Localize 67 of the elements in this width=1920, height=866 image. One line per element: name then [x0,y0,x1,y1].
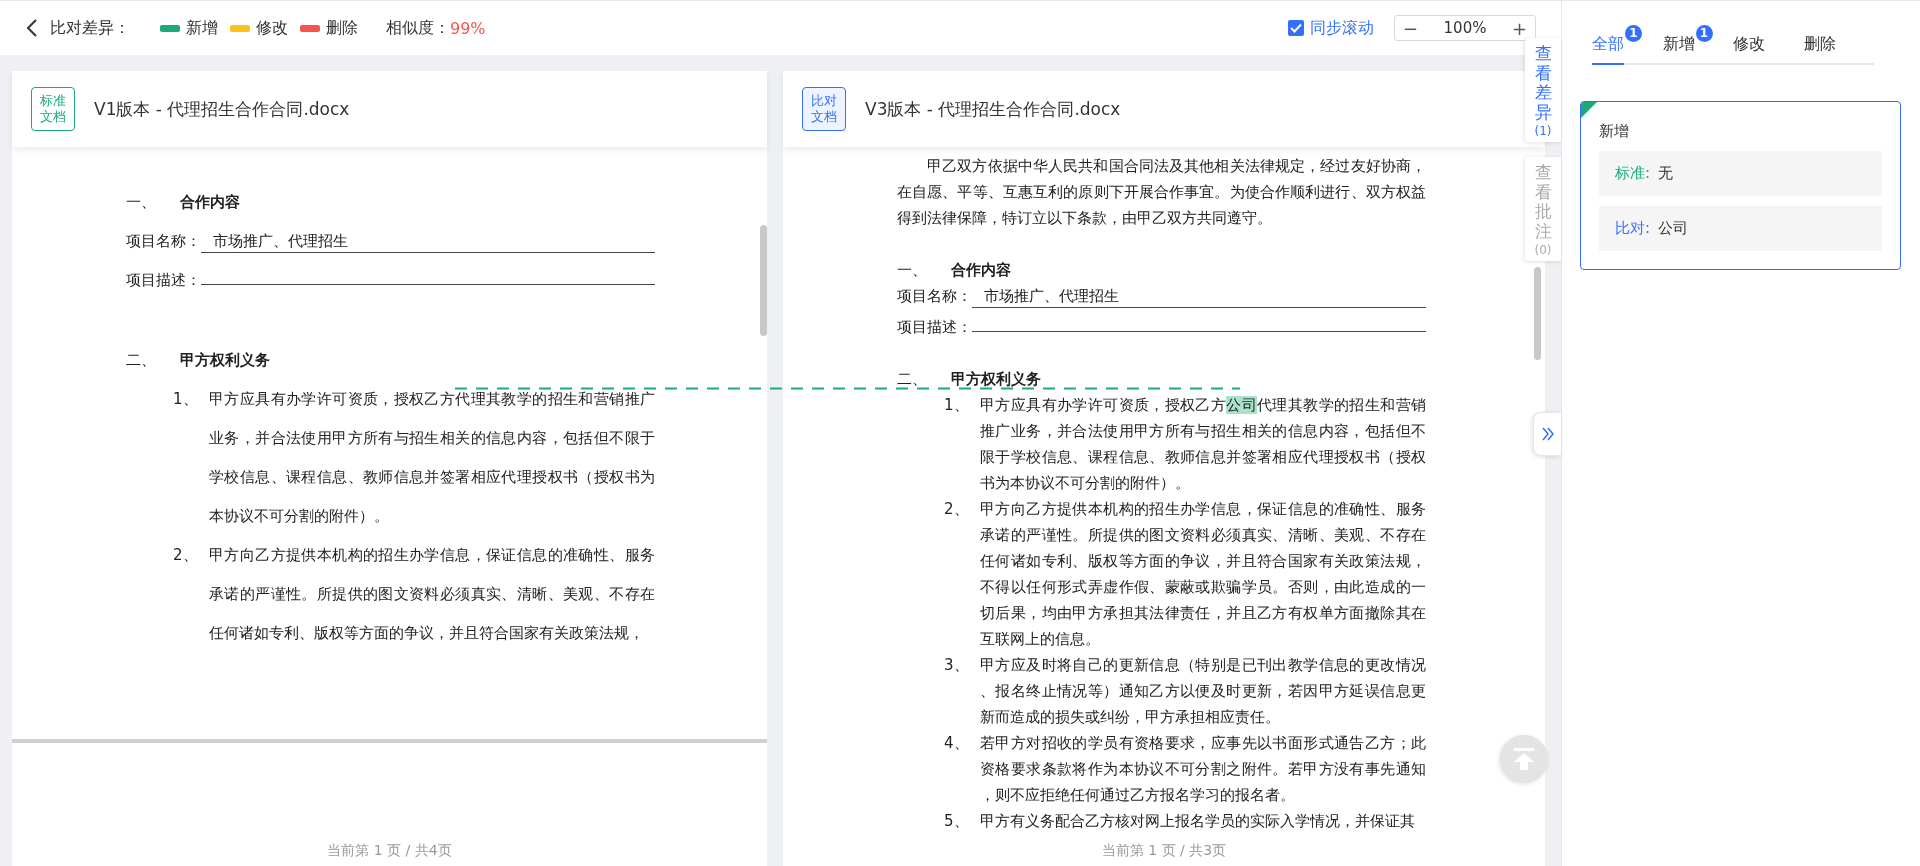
field-label: 项目描述： [126,270,201,291]
doc-type-tag: 标准文档 [31,87,75,131]
heading-text: 合作内容 [180,192,240,213]
list-item-text: 甲方向乙方提供本机构的招生办学信息，保证信息的准确性、服务承诺的严谨性。所提供的图文资料必须真实、清晰、美观、不存在任何诸如专利、版权等方面的争议，并且符合国家有关政策法规，不得以任何形式弄虚作假、蒙蔽或欺骗学员。否则，由此造成的一切后果，均由甲方承担其法律责任，并且乙方有权单方面撤除其在互联网上的信息。 [980,499,1426,650]
list-item-text: 甲方应及时将自己的更新信息（特别是已刊出教学信息的更改情况、报名终止情况等）通知乙方以便及时更新，若因甲方延误信息更新而造成的损失或纠纷，甲方承担相应责任。 [980,655,1426,728]
similarity-label: 相似度： [386,17,450,39]
legend-label: 删除 [326,17,358,39]
field-label: 项目名称： [897,286,972,307]
heading-number: 二、 [897,369,928,390]
list-item-text: 甲方应具有办学许可资质，授权乙方公司代理其教学的招生和营销推广业务，并合法使用甲方所有与招生相关的信息内容，包括但不限于学校信息、课程信息、教师信息并签署相应代理授权书（授权书为本协议不可分割的附件）。 [980,395,1426,494]
heading-text: 甲方权利义务 [951,369,1041,390]
zoom-level: 100% [1443,19,1487,37]
filter-tab[interactable]: 全部 [1592,29,1624,65]
heading-text: 甲方权利义务 [180,350,270,371]
sync-scroll-checkbox[interactable] [1288,20,1304,36]
chevron-left-icon [26,18,38,38]
zoom-out-button[interactable]: − [1395,17,1427,39]
legend-label: 修改 [256,17,288,39]
doc-type-tag: 比对文档 [802,87,846,131]
arrow-up-bar-icon [1513,747,1535,771]
row-value: 无 [1658,164,1674,183]
item-number: 3、 [944,655,970,676]
item-number: 4、 [944,733,970,754]
compare-title: 比对差异： [50,17,130,39]
document-title: V1版本 - 代理招生合作合同.docx [94,97,350,121]
filter-tab[interactable]: 新增 [1662,29,1695,65]
legend-label: 新增 [186,17,218,39]
page-indicator: 当前第 1 页 / 共4页 [327,842,452,858]
count-badge: 1 [1625,25,1642,42]
diff-card[interactable]: 新增 标准: 无 比对: 公司 [1580,101,1901,270]
paragraph: 甲乙双方依据中华人民共和国合同法及其他相关法律规定，经过友好协商，在自愿、平等、互惠互利的原则下开展合作事宜。为使合作顺利进行、双方权益得到法律保障，特订立以下条款，由甲乙双方共同遵守。 [897,156,1426,229]
item-number: 5、 [944,811,970,832]
list-item-text: 甲方向乙方提供本机构的招生办学信息，保证信息的准确性、服务承诺的严谨性。所提供的图文资料必须真实、清晰、美观、不存在任何诸如专利、版权等方面的争议，并且符合国家有关政策法规， [209,545,655,644]
heading-number: 一、 [126,192,157,213]
item-number: 1、 [173,389,199,410]
scrollbar-thumb[interactable] [1534,267,1541,360]
page-indicator: 当前第 1 页 / 共3页 [1101,842,1227,858]
zoom-in-button[interactable]: + [1503,17,1535,39]
scrollbar-thumb[interactable] [760,225,767,336]
row-value: 公司 [1658,219,1689,238]
back-button[interactable] [26,18,38,38]
list-item-text: 若甲方对招收的学员有资格要求，应事先以书面形式通告乙方；此资格要求条款将作为本协议不可分割之附件。若甲方没有事先通知，则不应拒绝任何通过乙方报名学习的报名者。 [980,733,1426,806]
sync-scroll-label[interactable]: 同步滚动 [1310,17,1374,39]
field-value: 市场推广、代理招生 [972,285,1426,308]
side-tab[interactable]: 查看差异 (1) [1525,38,1561,143]
row-label: 标准: [1615,164,1651,183]
collapse-button[interactable] [1533,412,1561,456]
heading-number: 二、 [126,350,157,371]
item-number: 1、 [944,395,970,416]
filter-tab[interactable]: 删除 [1803,29,1836,65]
row-label: 比对: [1615,219,1651,238]
heading-text: 合作内容 [951,260,1011,281]
similarity-value: 99% [450,18,486,38]
list-item-text: 甲方应具有办学许可资质，授权乙方代理其教学的招生和营销推广业务，并合法使用甲方所有与招生相关的信息内容，包括但不限于学校信息、课程信息、教师信息并签署相应代理授权书（授权书为本协议不可分割的附件）。 [209,389,655,527]
field-value: 市场推广、代理招生 [201,230,655,253]
count-badge: 1 [1695,25,1713,42]
field-label: 项目描述： [897,317,972,338]
field-label: 项目名称： [126,231,201,252]
corner-flag [1581,102,1597,118]
list-item-text: 甲方有义务配合乙方核对网上报名学员的实际入学情况，并保证其 [980,811,1416,832]
document-title: V3版本 - 代理招生合作合同.docx [865,97,1121,121]
double-chevron-icon [1541,427,1554,441]
filter-tab[interactable]: 修改 [1733,29,1765,65]
card-title: 新增 [1599,121,1630,142]
item-number: 2、 [173,545,199,566]
item-number: 2、 [944,499,970,520]
heading-number: 一、 [897,260,928,281]
